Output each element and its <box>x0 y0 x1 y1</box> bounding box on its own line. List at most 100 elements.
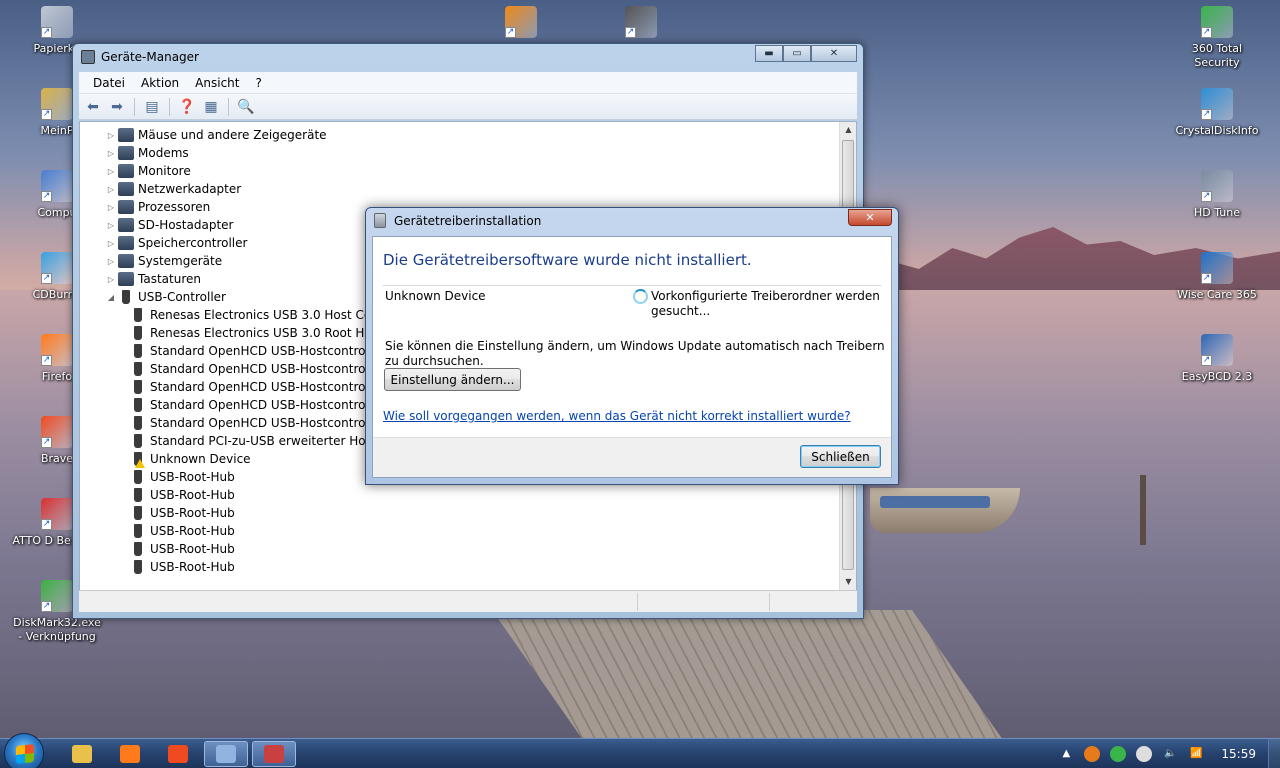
usb-icon <box>134 524 142 538</box>
taskbar-device-manager-button[interactable] <box>204 741 248 767</box>
storage-controller-icon <box>118 236 134 250</box>
wallpaper-boat <box>870 488 1020 533</box>
expander-icon[interactable]: ▷ <box>106 167 116 176</box>
device-manager-icon <box>216 745 236 763</box>
shortcut-arrow-icon: ↗ <box>41 601 52 612</box>
tree-item-label: Speichercontroller <box>138 236 248 250</box>
tree-item-label: USB-Root-Hub <box>150 542 235 556</box>
close-dialog-button[interactable]: Schließen <box>800 445 881 468</box>
help-link[interactable]: Wie soll vorgegangen werden, wenn das Ge… <box>383 409 851 423</box>
tree-device[interactable]: USB-Root-Hub <box>80 486 840 504</box>
driver-install-dialog[interactable]: Gerätetreiberinstallation ✕ Die Gerätetr… <box>365 207 899 485</box>
windows-logo-icon <box>16 744 34 764</box>
scroll-up-icon[interactable]: ▲ <box>840 122 856 138</box>
usb-icon <box>134 416 142 430</box>
taskbar-explorer-button[interactable] <box>60 741 104 767</box>
back-icon[interactable]: ⬅ <box>83 98 103 116</box>
expander-icon[interactable]: ▷ <box>106 131 116 140</box>
shortcut-arrow-icon: ↗ <box>41 437 52 448</box>
maximize-button[interactable]: ▭ <box>783 45 811 62</box>
tree-item-label: Monitore <box>138 164 191 178</box>
shortcut-arrow-icon: ↗ <box>41 273 52 284</box>
device-manager-icon <box>81 50 95 64</box>
show-desktop-button[interactable] <box>1268 739 1280 768</box>
app-icon: ↗ <box>41 580 73 612</box>
minimize-button[interactable]: ▬ <box>755 45 783 62</box>
app-icon: ↗ <box>1201 252 1233 284</box>
help-icon[interactable]: ❓ <box>177 98 197 116</box>
tree-item-label: Systemgeräte <box>138 254 223 268</box>
expander-icon[interactable]: ▷ <box>106 221 116 230</box>
tree-device[interactable]: USB-Root-Hub <box>80 522 840 540</box>
expander-icon[interactable]: ▷ <box>106 149 116 158</box>
desktop-icon-right-4[interactable]: ↗ EasyBCD 2.3 <box>1170 334 1264 384</box>
tree-item-label: Mäuse und andere Zeigegeräte <box>138 128 327 142</box>
clock[interactable]: 15:59 <box>1221 747 1256 761</box>
app-icon: ↗ <box>1201 334 1233 366</box>
desktop-icon-top-0[interactable]: ↗ <box>474 6 568 42</box>
shortcut-arrow-icon: ↗ <box>1201 355 1212 366</box>
tray-flag-icon[interactable] <box>1136 746 1153 762</box>
app-icon: ↗ <box>1201 170 1233 202</box>
window-titlebar[interactable]: Geräte-Manager ▬ ▭ ✕ <box>73 44 863 70</box>
desktop-icon-label: 360 Total Security <box>1191 42 1243 69</box>
divider <box>383 285 881 286</box>
menu-ansicht[interactable]: Ansicht <box>187 76 247 90</box>
tree-item-label: Renesas Electronics USB 3.0 Root Hub <box>150 326 380 340</box>
tree-device[interactable]: USB-Root-Hub <box>80 504 840 522</box>
tray-360-icon[interactable] <box>1110 746 1127 762</box>
info-text: Sie können die Einstellung ändern, um Wi… <box>385 339 885 368</box>
forward-icon[interactable]: ➡ <box>107 98 127 116</box>
app-icon: ↗ <box>41 88 73 120</box>
menu-help[interactable]: ? <box>247 76 269 90</box>
tree-category[interactable]: ▷ Netzwerkadapter <box>80 180 840 198</box>
tray-app-orange-icon[interactable] <box>1084 746 1101 762</box>
scroll-down-icon[interactable]: ▼ <box>840 574 856 590</box>
scan-hardware-icon[interactable]: 🔍 <box>236 98 256 116</box>
tree-device[interactable]: USB-Root-Hub <box>80 558 840 576</box>
shortcut-arrow-icon: ↗ <box>505 27 516 38</box>
expander-icon[interactable]: ▷ <box>106 203 116 212</box>
dialog-close-button[interactable]: ✕ <box>848 209 892 226</box>
desktop-icon-top-1[interactable]: ↗ <box>594 6 688 42</box>
taskbar-driver-install-button[interactable] <box>252 741 296 767</box>
usb-icon <box>134 560 142 574</box>
usb-icon <box>122 290 130 304</box>
expander-icon[interactable]: ▷ <box>106 275 116 284</box>
wallpaper-post <box>1140 475 1146 545</box>
shortcut-arrow-icon: ↗ <box>625 27 636 38</box>
menu-datei[interactable]: Datei <box>85 76 133 90</box>
properties-view-icon[interactable]: ▤ <box>142 98 162 116</box>
start-button[interactable] <box>4 733 44 768</box>
expander-icon[interactable]: ▷ <box>106 185 116 194</box>
usb-icon <box>134 326 142 340</box>
change-setting-button[interactable]: Einstellung ändern... <box>384 368 521 391</box>
taskbar-firefox-button[interactable] <box>108 741 152 767</box>
tree-category[interactable]: ▷ Modems <box>80 144 840 162</box>
tree-category[interactable]: ▷ Monitore <box>80 162 840 180</box>
tray-network-icon[interactable]: 📶 <box>1188 746 1204 762</box>
shortcut-arrow-icon: ↗ <box>1201 273 1212 284</box>
expander-icon[interactable]: ◢ <box>106 293 116 302</box>
taskbar-brave-button[interactable] <box>156 741 200 767</box>
tree-device[interactable]: USB-Root-Hub <box>80 540 840 558</box>
desktop-icon-label: EasyBCD 2.3 <box>1181 370 1253 383</box>
desktop-icon-right-2[interactable]: ↗ HD Tune <box>1170 170 1264 220</box>
expander-icon[interactable]: ▷ <box>106 257 116 266</box>
tray-volume-icon[interactable]: 🔈 <box>1162 746 1178 762</box>
expander-icon[interactable]: ▷ <box>106 239 116 248</box>
desktop-icon-right-0[interactable]: ↗ 360 Total Security <box>1170 6 1264 70</box>
tree-category[interactable]: ▷ Mäuse und andere Zeigegeräte <box>80 126 840 144</box>
shortcut-arrow-icon: ↗ <box>1201 27 1212 38</box>
desktop-icon-right-3[interactable]: ↗ Wise Care 365 <box>1170 252 1264 302</box>
usb-icon <box>134 542 142 556</box>
usb-warning-icon <box>134 452 145 468</box>
desktop-icon-right-1[interactable]: ↗ CrystalDiskInfo <box>1170 88 1264 138</box>
close-button[interactable]: ✕ <box>811 45 857 62</box>
app-icon: ↗ <box>1201 88 1233 120</box>
menu-aktion[interactable]: Aktion <box>133 76 187 90</box>
usb-icon <box>134 344 142 358</box>
view-icon[interactable]: ▦ <box>201 98 221 116</box>
modem-icon <box>118 146 134 160</box>
expand-tray-icon[interactable]: ▲ <box>1058 746 1074 762</box>
